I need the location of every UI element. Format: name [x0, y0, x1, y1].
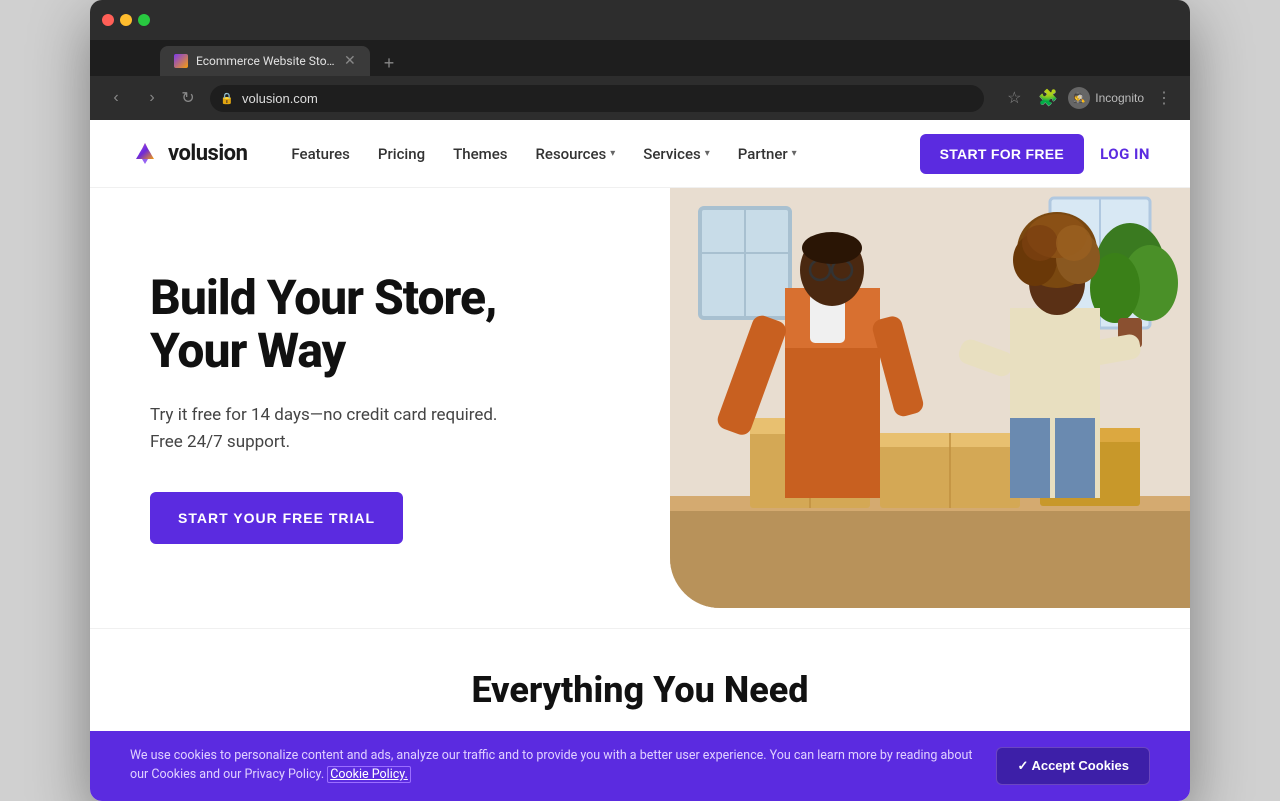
reload-button[interactable]: ↻	[174, 84, 202, 112]
incognito-label: Incognito	[1095, 91, 1144, 105]
browser-window: Ecommerce Website Store & S ✕ + ‹ › ↻ 🔒 …	[90, 0, 1190, 801]
volusion-logo-icon	[130, 139, 160, 169]
logo-text: volusion	[168, 141, 247, 166]
hero-subtitle: Try it free for 14 days—no credit card r…	[150, 402, 530, 456]
tab-bar: Ecommerce Website Store & S ✕ +	[90, 40, 1190, 76]
bottom-title: Everything You Need	[150, 669, 1130, 711]
tab-favicon	[174, 54, 188, 68]
start-for-free-button[interactable]: START FOR FREE	[920, 134, 1085, 174]
hero-right-image	[610, 188, 1190, 628]
nav-links: Features Pricing Themes Resources ▾ Serv…	[279, 137, 919, 171]
extensions-icon[interactable]: 🧩	[1034, 84, 1062, 112]
nav-pricing[interactable]: Pricing	[366, 137, 437, 171]
logo-link[interactable]: volusion	[130, 139, 247, 169]
bottom-section: Everything You Need	[90, 628, 1190, 731]
cookie-text: We use cookies to personalize content an…	[130, 747, 976, 785]
nav-cta-area: START FOR FREE LOG IN	[920, 134, 1150, 174]
website-content: volusion Features Pricing Themes Resourc…	[90, 120, 1190, 801]
minimize-button[interactable]	[120, 14, 132, 26]
traffic-lights	[102, 14, 150, 26]
security-icon: 🔒	[220, 92, 234, 105]
login-link[interactable]: LOG IN	[1100, 145, 1150, 163]
browser-titlebar	[90, 0, 1190, 40]
back-button[interactable]: ‹	[102, 84, 130, 112]
more-options-button[interactable]: ⋮	[1150, 84, 1178, 112]
site-navigation: volusion Features Pricing Themes Resourc…	[90, 120, 1190, 188]
partner-chevron-icon: ▾	[792, 148, 797, 159]
cookie-policy-link[interactable]: Cookie Policy.	[327, 766, 411, 783]
nav-services[interactable]: Services ▾	[631, 137, 721, 171]
accept-cookies-button[interactable]: ✓ Accept Cookies	[996, 747, 1150, 785]
hero-svg-overlay	[670, 188, 1190, 608]
hero-title: Build Your Store, Your Way	[150, 272, 570, 378]
bookmark-icon[interactable]: ☆	[1000, 84, 1028, 112]
browser-actions: ☆ 🧩 🕵 Incognito ⋮	[1000, 84, 1178, 112]
incognito-button[interactable]: 🕵 Incognito	[1068, 87, 1144, 109]
close-button[interactable]	[102, 14, 114, 26]
nav-themes[interactable]: Themes	[441, 137, 519, 171]
maximize-button[interactable]	[138, 14, 150, 26]
hero-scene	[670, 188, 1190, 608]
resources-chevron-icon: ▾	[610, 148, 615, 159]
address-input[interactable]	[210, 85, 984, 112]
tab-title: Ecommerce Website Store & S	[196, 54, 336, 68]
start-trial-button[interactable]: START YOUR FREE TRIAL	[150, 492, 403, 544]
address-bar-wrapper: 🔒	[210, 85, 984, 112]
nav-partner[interactable]: Partner ▾	[726, 137, 809, 171]
incognito-avatar: 🕵	[1068, 87, 1090, 109]
address-bar-area: ‹ › ↻ 🔒 ☆ 🧩 🕵 Incognito ⋮	[90, 76, 1190, 120]
forward-button[interactable]: ›	[138, 84, 166, 112]
cookie-banner: We use cookies to personalize content an…	[90, 731, 1190, 801]
nav-resources[interactable]: Resources ▾	[523, 137, 627, 171]
active-tab[interactable]: Ecommerce Website Store & S ✕	[160, 46, 370, 76]
hero-left-content: Build Your Store, Your Way Try it free f…	[90, 188, 610, 628]
nav-features[interactable]: Features	[279, 137, 361, 171]
services-chevron-icon: ▾	[705, 148, 710, 159]
tab-close-button[interactable]: ✕	[344, 53, 356, 69]
hero-section: Build Your Store, Your Way Try it free f…	[90, 188, 1190, 628]
new-tab-button[interactable]: +	[374, 53, 405, 74]
